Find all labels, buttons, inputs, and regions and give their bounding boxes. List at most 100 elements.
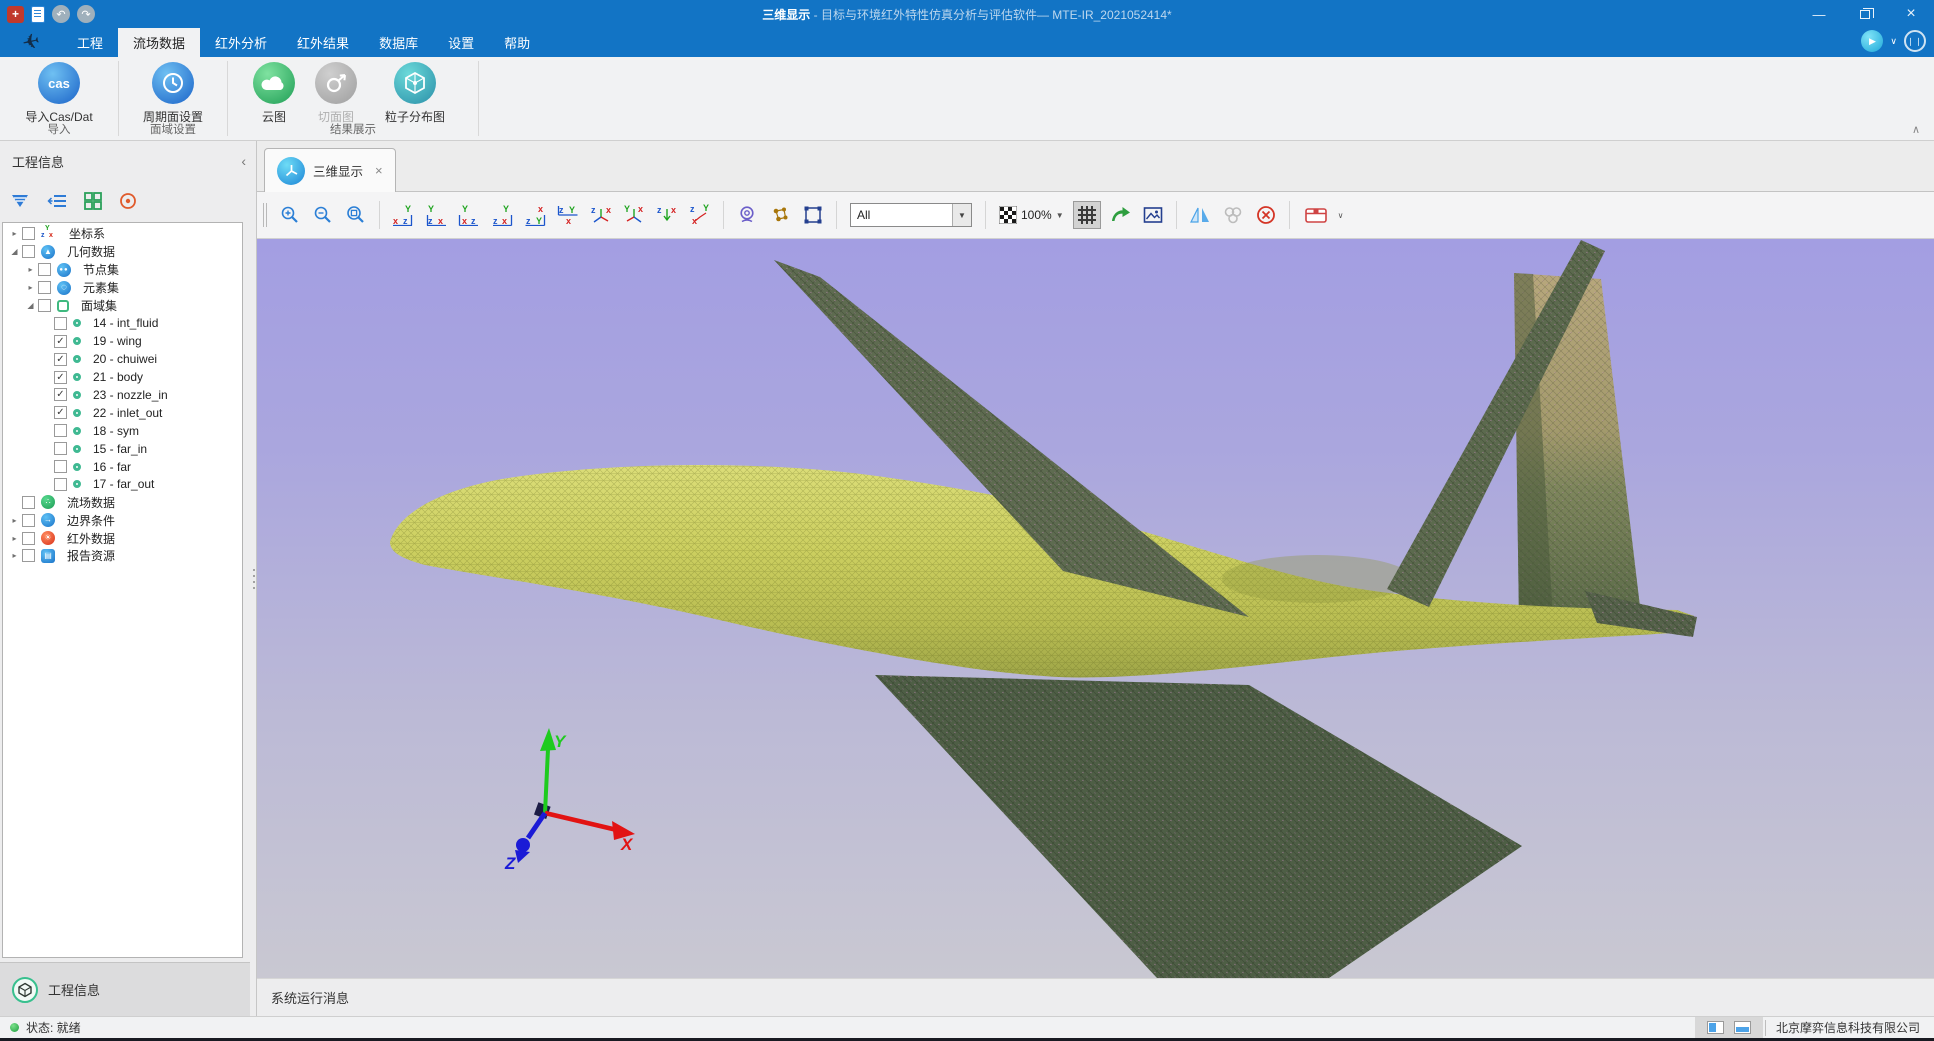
collapse-ribbon-icon[interactable]: ∧: [1912, 123, 1920, 136]
tab-3d-view[interactable]: 三维显示 ×: [264, 148, 396, 192]
aircraft-mesh-model[interactable]: Y X Z: [257, 239, 1934, 978]
visibility-checkbox[interactable]: [54, 478, 67, 491]
view-back-button[interactable]: zxY: [488, 201, 516, 229]
undo-icon[interactable]: ↶: [52, 5, 70, 23]
menu-item[interactable]: 红外结果: [282, 28, 364, 57]
tree-item[interactable]: ▸●●节点集: [3, 261, 242, 279]
view-left-button[interactable]: zYx: [521, 201, 549, 229]
visibility-checkbox[interactable]: ✓: [54, 335, 67, 348]
tree-item[interactable]: ▸☀红外数据: [3, 529, 242, 547]
close-button[interactable]: ×: [1888, 0, 1934, 28]
visibility-checkbox[interactable]: ✓: [54, 371, 67, 384]
visibility-checkbox[interactable]: [54, 442, 67, 455]
tree-item[interactable]: 15 - far_in: [3, 440, 242, 458]
visibility-checkbox[interactable]: [22, 514, 35, 527]
visibility-checkbox[interactable]: [22, 227, 35, 240]
menu-item[interactable]: 帮助: [489, 28, 545, 57]
toolbar-grip[interactable]: [263, 203, 267, 227]
tree-item[interactable]: ✓19 - wing: [3, 332, 242, 350]
expander-icon[interactable]: ▸: [8, 551, 21, 560]
tree-item[interactable]: ◢▲几何数据: [3, 243, 242, 261]
particle-nodes-button[interactable]: [766, 201, 794, 229]
visibility-checkbox[interactable]: [22, 532, 35, 545]
chevron-down-icon[interactable]: ▼: [952, 204, 971, 226]
visibility-checkbox[interactable]: ✓: [54, 406, 67, 419]
mirror-button[interactable]: [1186, 201, 1214, 229]
export-arrow-button[interactable]: [1106, 201, 1134, 229]
iso-view-3-button[interactable]: zx: [653, 201, 681, 229]
layout-bottom-icon[interactable]: [1734, 1021, 1751, 1034]
expander-icon[interactable]: ▸: [24, 265, 37, 274]
iso-view-4-button[interactable]: zYx: [686, 201, 714, 229]
tree-item[interactable]: 18 - sym: [3, 422, 242, 440]
restore-button[interactable]: [1842, 0, 1888, 28]
app-badge-icon[interactable]: +: [7, 6, 24, 23]
grid-view-icon[interactable]: [84, 192, 102, 210]
menu-item[interactable]: 流场数据: [118, 28, 200, 57]
tree-item[interactable]: ▸◌元素集: [3, 279, 242, 297]
snapshot-button[interactable]: [1139, 201, 1167, 229]
menu-item[interactable]: 数据库: [364, 28, 433, 57]
chevron-down-icon[interactable]: ▼: [1056, 211, 1064, 220]
expander-icon[interactable]: ◢: [24, 301, 37, 310]
mesh-grid-toggle[interactable]: [1073, 201, 1101, 229]
expander-icon[interactable]: ▸: [8, 229, 21, 238]
expander-icon[interactable]: ◢: [8, 247, 21, 256]
package-button[interactable]: [1299, 201, 1333, 229]
tree-item[interactable]: ▸Yzx坐标系: [3, 225, 242, 243]
menu-item[interactable]: 工程: [62, 28, 118, 57]
zoom-fit-button[interactable]: [342, 201, 370, 229]
tree-item[interactable]: ✓21 - body: [3, 368, 242, 386]
opacity-control[interactable]: 100% ▼: [995, 206, 1068, 224]
expander-icon[interactable]: ▸: [8, 516, 21, 525]
tree-item[interactable]: ∴流场数据: [3, 493, 242, 511]
camera-button[interactable]: [733, 201, 761, 229]
run-icon[interactable]: ▶: [1861, 30, 1883, 52]
visibility-checkbox[interactable]: ✓: [54, 353, 67, 366]
view-top-button[interactable]: zxY: [422, 201, 450, 229]
view-front-button[interactable]: xzY: [455, 201, 483, 229]
tree-item[interactable]: ✓22 - inlet_out: [3, 404, 242, 422]
layout-left-icon[interactable]: [1707, 1021, 1724, 1034]
smooth-button-disabled[interactable]: [1219, 201, 1247, 229]
new-document-icon[interactable]: [31, 6, 45, 23]
menu-item[interactable]: 红外分析: [200, 28, 282, 57]
tree-item[interactable]: ▸▤报告资源: [3, 547, 242, 565]
iso-view-1-button[interactable]: zx: [587, 201, 615, 229]
close-tab-icon[interactable]: ×: [375, 163, 383, 178]
rect-select-button[interactable]: [799, 201, 827, 229]
zoom-out-button[interactable]: [309, 201, 337, 229]
panel-splitter[interactable]: [250, 141, 257, 1016]
minimize-button[interactable]: —: [1796, 0, 1842, 28]
visibility-checkbox[interactable]: [54, 317, 67, 330]
expander-icon[interactable]: ▸: [24, 283, 37, 292]
outline-list-icon[interactable]: [47, 193, 67, 209]
pause-icon[interactable]: ❘❘: [1904, 30, 1926, 52]
panel-footer[interactable]: 工程信息: [0, 962, 250, 1016]
redo-icon[interactable]: ↷: [77, 5, 95, 23]
iso-view-2-button[interactable]: Yx: [620, 201, 648, 229]
view-right-button[interactable]: zYx: [554, 201, 582, 229]
expander-icon[interactable]: ▸: [8, 534, 21, 543]
view-bottom-button[interactable]: xzY: [389, 201, 417, 229]
tree-item[interactable]: 16 - far: [3, 458, 242, 476]
chevron-down-icon[interactable]: ∨: [1338, 211, 1344, 220]
tree-item[interactable]: 14 - int_fluid: [3, 314, 242, 332]
display-filter-select[interactable]: All ▼: [850, 203, 972, 227]
viewport-3d[interactable]: Y X Z: [257, 239, 1934, 978]
chevron-down-icon[interactable]: ∨: [1890, 36, 1897, 47]
visibility-checkbox[interactable]: [22, 549, 35, 562]
delete-button[interactable]: [1252, 201, 1280, 229]
filter-icon[interactable]: [10, 193, 30, 209]
tree-item[interactable]: 17 - far_out: [3, 475, 242, 493]
visibility-checkbox[interactable]: [22, 496, 35, 509]
tree-item[interactable]: ◢面域集: [3, 297, 242, 315]
visibility-checkbox[interactable]: [38, 281, 51, 294]
tree-item[interactable]: ✓23 - nozzle_in: [3, 386, 242, 404]
zoom-in-button[interactable]: [276, 201, 304, 229]
menu-item[interactable]: 设置: [433, 28, 489, 57]
visibility-checkbox[interactable]: [54, 424, 67, 437]
tree-item[interactable]: ✓20 - chuiwei: [3, 350, 242, 368]
visibility-checkbox[interactable]: [54, 460, 67, 473]
tree-item[interactable]: ▸→边界条件: [3, 511, 242, 529]
